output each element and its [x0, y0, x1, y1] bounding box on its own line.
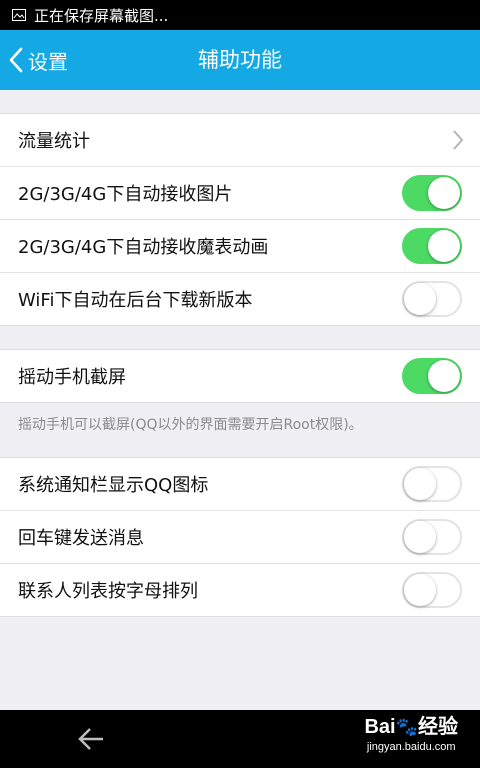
toggle-knob [428, 177, 460, 209]
watermark-brand-text: Bai [364, 716, 396, 738]
image-icon [12, 9, 26, 21]
toggle-switch[interactable] [402, 281, 462, 317]
row-auto-receive-images: 2G/3G/4G下自动接收图片 [0, 167, 480, 220]
watermark-brand: Bai🐾经验 [364, 714, 458, 740]
settings-group-3: 系统通知栏显示QQ图标 回车键发送消息 联系人列表按字母排列 [0, 457, 480, 617]
toggle-switch[interactable] [402, 519, 462, 555]
row-label: 摇动手机截屏 [18, 367, 126, 388]
settings-group-2: 摇动手机截屏 [0, 349, 480, 403]
status-text: 正在保存屏幕截图... [34, 6, 169, 25]
toggle-knob [404, 574, 436, 606]
toggle-knob [404, 468, 436, 500]
row-label: 联系人列表按字母排列 [18, 581, 198, 602]
toggle-knob [404, 283, 436, 315]
row-alphabetical-contacts: 联系人列表按字母排列 [0, 564, 480, 616]
toggle-knob [428, 360, 460, 392]
row-enter-to-send: 回车键发送消息 [0, 511, 480, 564]
toggle-switch[interactable] [402, 358, 462, 394]
toggle-switch[interactable] [402, 175, 462, 211]
watermark-brand-suffix: 经验 [418, 716, 458, 738]
toggle-switch[interactable] [402, 228, 462, 264]
row-auto-receive-animations: 2G/3G/4G下自动接收魔表动画 [0, 220, 480, 273]
row-label: 流量统计 [18, 131, 90, 152]
page-title: 辅助功能 [198, 48, 282, 72]
status-bar: 正在保存屏幕截图... [0, 0, 480, 30]
bottom-nav-bar: Bai🐾经验 jingyan.baidu.com [0, 710, 480, 768]
baidu-jingyan-watermark: Bai🐾经验 jingyan.baidu.com [364, 714, 458, 754]
toggle-knob [428, 230, 460, 262]
row-label: 回车键发送消息 [18, 528, 144, 549]
row-label: 2G/3G/4G下自动接收魔表动画 [18, 237, 269, 258]
toggle-switch[interactable] [402, 466, 462, 502]
row-label: 系统通知栏显示QQ图标 [18, 475, 209, 496]
row-label: 2G/3G/4G下自动接收图片 [18, 184, 233, 205]
toggle-knob [404, 521, 436, 553]
chevron-right-icon [453, 130, 464, 150]
settings-group-1: 流量统计 2G/3G/4G下自动接收图片 2G/3G/4G下自动接收魔表动画 W… [0, 113, 480, 326]
row-label: WiFi下自动在后台下载新版本 [18, 290, 253, 311]
nav-bar: 设置 辅助功能 [0, 30, 480, 90]
row-wifi-auto-download: WiFi下自动在后台下载新版本 [0, 273, 480, 325]
shake-hint-text: 摇动手机可以截屏(QQ以外的界面需要开启Root权限)。 [18, 417, 363, 433]
row-notification-icon: 系统通知栏显示QQ图标 [0, 458, 480, 511]
watermark-url: jingyan.baidu.com [366, 741, 456, 753]
back-arrow-icon[interactable] [76, 724, 106, 754]
paw-icon: 🐾 [395, 717, 418, 737]
toggle-switch[interactable] [402, 572, 462, 608]
row-shake-screenshot: 摇动手机截屏 [0, 350, 480, 402]
row-traffic-stats[interactable]: 流量统计 [0, 114, 480, 167]
